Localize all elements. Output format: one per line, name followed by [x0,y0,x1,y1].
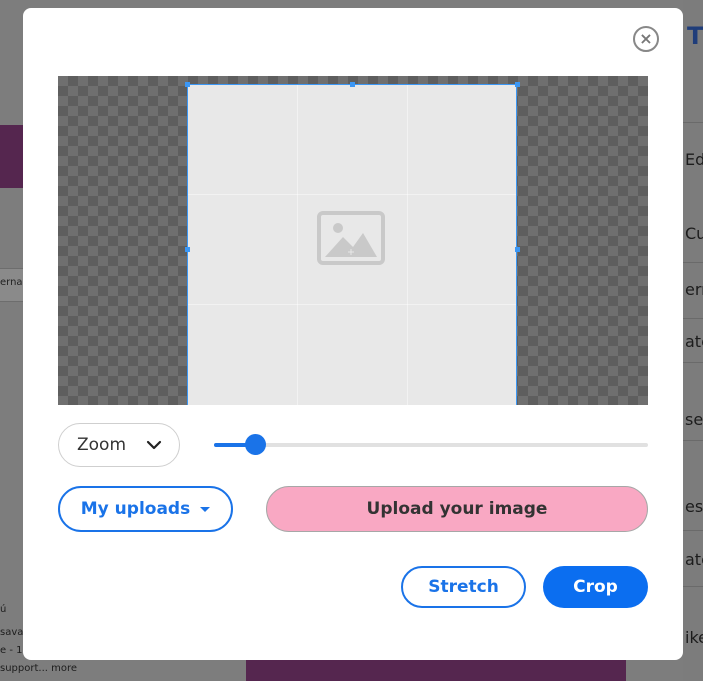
zoom-label: Zoom [77,435,127,455]
upload-image-button[interactable]: Upload your image [266,486,648,532]
resize-handle-top-right[interactable] [515,82,520,87]
chevron-down-icon [146,440,162,450]
crop-guide [188,304,516,305]
background-banner-bottom [246,660,626,681]
divider [683,530,703,531]
resize-handle-left[interactable] [185,247,190,252]
background-text: ú [0,604,7,615]
zoom-slider-thumb[interactable] [245,434,266,455]
crop-button[interactable]: Crop [543,566,648,608]
zoom-dropdown[interactable]: Zoom [58,423,180,467]
divider [683,262,703,263]
zoom-slider-track[interactable] [214,443,648,447]
caret-down-icon [200,506,211,512]
background-text: es [685,497,703,516]
crop-label: Crop [573,577,618,597]
stretch-label: Stretch [428,577,499,597]
background-tab: ernar [0,268,27,302]
background-title: T [687,22,703,50]
background-text: Cu [685,224,703,243]
crop-area[interactable] [187,84,517,405]
divider [683,440,703,441]
crop-canvas[interactable] [58,76,648,405]
resize-handle-top[interactable] [350,82,355,87]
divider [683,318,703,319]
divider [683,122,703,123]
background-text: ate [685,550,703,569]
stretch-button[interactable]: Stretch [401,566,526,608]
crop-guide [188,194,516,195]
upload-image-label: Upload your image [366,499,548,519]
background-banner [0,125,23,188]
resize-handle-top-left[interactable] [185,82,190,87]
my-uploads-dropdown[interactable]: My uploads [58,486,233,532]
image-crop-modal: × Zoom My uploads Upload your image Stre… [23,8,683,660]
close-icon[interactable]: × [633,26,659,52]
crop-guide [407,85,408,405]
divider [683,586,703,587]
image-placeholder-icon [317,211,385,265]
divider [683,362,703,363]
background-text: se [685,410,703,429]
crop-guide [297,85,298,405]
resize-handle-right[interactable] [515,247,520,252]
background-text: ike [685,628,703,647]
background-text: ern [685,280,703,299]
background-text: ate [685,332,703,351]
background-text: support... more [0,663,78,674]
background-text: Ed [685,150,703,169]
my-uploads-label: My uploads [80,499,191,519]
close-symbol: × [639,29,653,48]
